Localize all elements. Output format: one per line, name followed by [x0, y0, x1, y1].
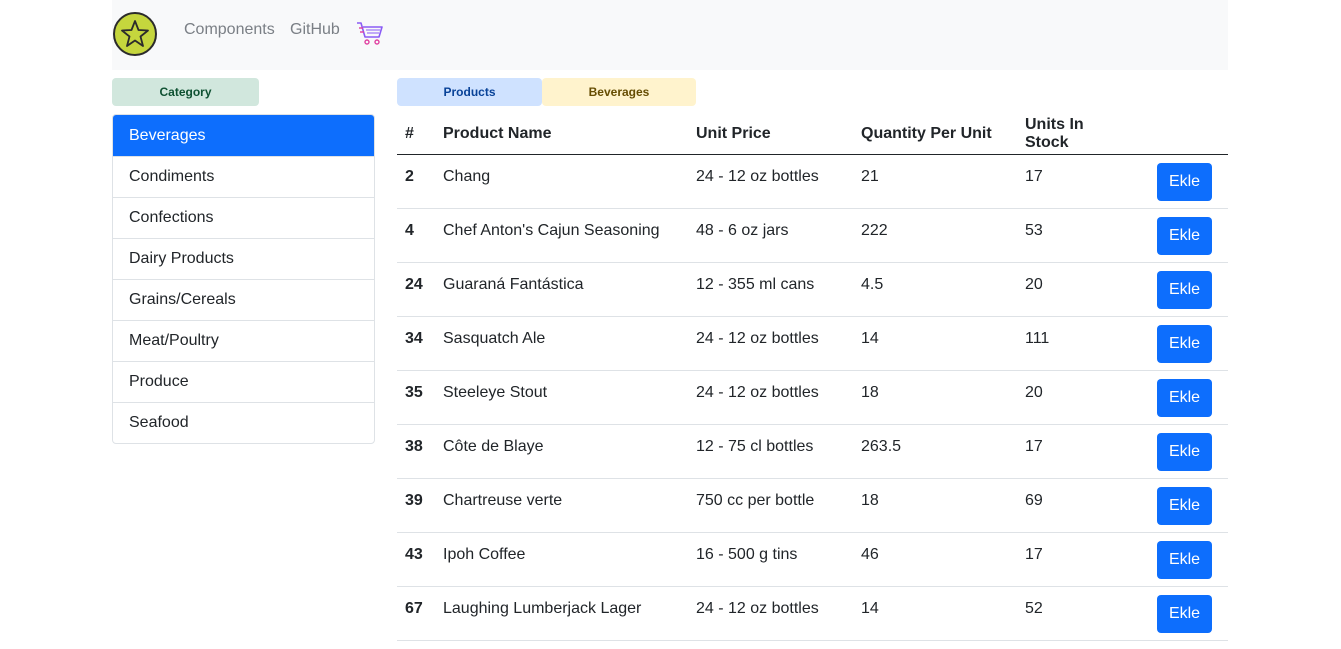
units-in-stock: 20	[1017, 370, 1137, 425]
units-in-stock: 69	[1017, 478, 1137, 533]
table-header-row: # Product Name Unit Price Quantity Per U…	[397, 114, 1228, 155]
units-in-stock: 52	[1017, 586, 1137, 641]
add-button[interactable]: Ekle	[1157, 325, 1212, 363]
units-in-stock: 53	[1017, 208, 1137, 263]
nav-link-github[interactable]: GitHub	[290, 21, 340, 39]
product-id: 67	[397, 586, 435, 641]
column-header-product-name: Product Name	[435, 114, 688, 155]
unit-price: 24 - 12 oz bottles	[688, 154, 853, 209]
product-id: 34	[397, 316, 435, 371]
product-id: 24	[397, 262, 435, 317]
add-button[interactable]: Ekle	[1157, 595, 1212, 633]
product-name: Steeleye Stout	[435, 370, 688, 425]
quantity-per-unit: 14	[853, 586, 1017, 641]
product-id: 2	[397, 154, 435, 209]
cart-icon[interactable]	[356, 20, 384, 46]
table-row: 39 Chartreuse verte 750 cc per bottle 18…	[397, 478, 1228, 533]
category-item-condiments[interactable]: Condiments	[113, 156, 374, 197]
unit-price: 750 cc per bottle	[688, 478, 853, 533]
units-in-stock: 17	[1017, 424, 1137, 479]
quantity-per-unit: 4.5	[853, 262, 1017, 317]
star-icon[interactable]	[113, 12, 157, 56]
quantity-per-unit: 21	[853, 154, 1017, 209]
category-item-dairy-products[interactable]: Dairy Products	[113, 238, 374, 279]
unit-price: 24 - 12 oz bottles	[688, 316, 853, 371]
product-name: Chef Anton's Cajun Seasoning	[435, 208, 688, 263]
products-table: # Product Name Unit Price Quantity Per U…	[397, 114, 1228, 641]
product-name: Sasquatch Ale	[435, 316, 688, 371]
table-row: 34 Sasquatch Ale 24 - 12 oz bottles 14 1…	[397, 316, 1228, 371]
quantity-per-unit: 222	[853, 208, 1017, 263]
quantity-per-unit: 263.5	[853, 424, 1017, 479]
units-in-stock: 20	[1017, 262, 1137, 317]
nav-link-components[interactable]: Components	[184, 21, 275, 39]
product-id: 35	[397, 370, 435, 425]
unit-price: 16 - 500 g tins	[688, 532, 853, 587]
quantity-per-unit: 18	[853, 478, 1017, 533]
table-row: 4 Chef Anton's Cajun Seasoning 48 - 6 oz…	[397, 208, 1228, 263]
product-name: Chartreuse verte	[435, 478, 688, 533]
navbar: Components GitHub	[112, 0, 1228, 70]
column-header-unit-price: Unit Price	[688, 114, 853, 155]
table-row: 35 Steeleye Stout 24 - 12 oz bottles 18 …	[397, 370, 1228, 425]
add-button[interactable]: Ekle	[1157, 433, 1212, 471]
products-badge: Products	[397, 78, 542, 106]
unit-price: 24 - 12 oz bottles	[688, 370, 853, 425]
unit-price: 48 - 6 oz jars	[688, 208, 853, 263]
product-name: Laughing Lumberjack Lager	[435, 586, 688, 641]
units-in-stock: 111	[1017, 316, 1137, 371]
table-row: 43 Ipoh Coffee 16 - 500 g tins 46 17 Ekl…	[397, 532, 1228, 587]
quantity-per-unit: 14	[853, 316, 1017, 371]
add-button[interactable]: Ekle	[1157, 379, 1212, 417]
quantity-per-unit: 18	[853, 370, 1017, 425]
category-item-produce[interactable]: Produce	[113, 361, 374, 402]
category-badge: Category	[112, 78, 259, 106]
product-name: Chang	[435, 154, 688, 209]
table-row: 24 Guaraná Fantástica 12 - 355 ml cans 4…	[397, 262, 1228, 317]
column-header-action	[1137, 114, 1228, 155]
units-in-stock: 17	[1017, 532, 1137, 587]
category-item-beverages[interactable]: Beverages	[113, 115, 374, 156]
add-button[interactable]: Ekle	[1157, 163, 1212, 201]
column-header-units-in-stock: Units In Stock	[1017, 114, 1137, 155]
current-category-badge: Beverages	[542, 78, 696, 106]
product-id: 43	[397, 532, 435, 587]
column-header-quantity-per-unit: Quantity Per Unit	[853, 114, 1017, 155]
units-in-stock: 17	[1017, 154, 1137, 209]
quantity-per-unit: 46	[853, 532, 1017, 587]
table-row: 38 Côte de Blaye 12 - 75 cl bottles 263.…	[397, 424, 1228, 479]
category-item-meat-poultry[interactable]: Meat/Poultry	[113, 320, 374, 361]
add-button[interactable]: Ekle	[1157, 271, 1212, 309]
unit-price: 12 - 355 ml cans	[688, 262, 853, 317]
category-item-seafood[interactable]: Seafood	[113, 402, 374, 443]
add-button[interactable]: Ekle	[1157, 541, 1212, 579]
column-header-number: #	[397, 114, 435, 155]
add-button[interactable]: Ekle	[1157, 217, 1212, 255]
table-row: 2 Chang 24 - 12 oz bottles 21 17 Ekle	[397, 154, 1228, 209]
product-name: Ipoh Coffee	[435, 532, 688, 587]
table-row: 67 Laughing Lumberjack Lager 24 - 12 oz …	[397, 586, 1228, 641]
add-button[interactable]: Ekle	[1157, 487, 1212, 525]
category-item-grains-cereals[interactable]: Grains/Cereals	[113, 279, 374, 320]
unit-price: 24 - 12 oz bottles	[688, 586, 853, 641]
category-list: Beverages Condiments Confections Dairy P…	[112, 114, 375, 444]
product-id: 4	[397, 208, 435, 263]
product-id: 38	[397, 424, 435, 479]
product-name: Côte de Blaye	[435, 424, 688, 479]
category-item-confections[interactable]: Confections	[113, 197, 374, 238]
product-id: 39	[397, 478, 435, 533]
unit-price: 12 - 75 cl bottles	[688, 424, 853, 479]
product-name: Guaraná Fantástica	[435, 262, 688, 317]
